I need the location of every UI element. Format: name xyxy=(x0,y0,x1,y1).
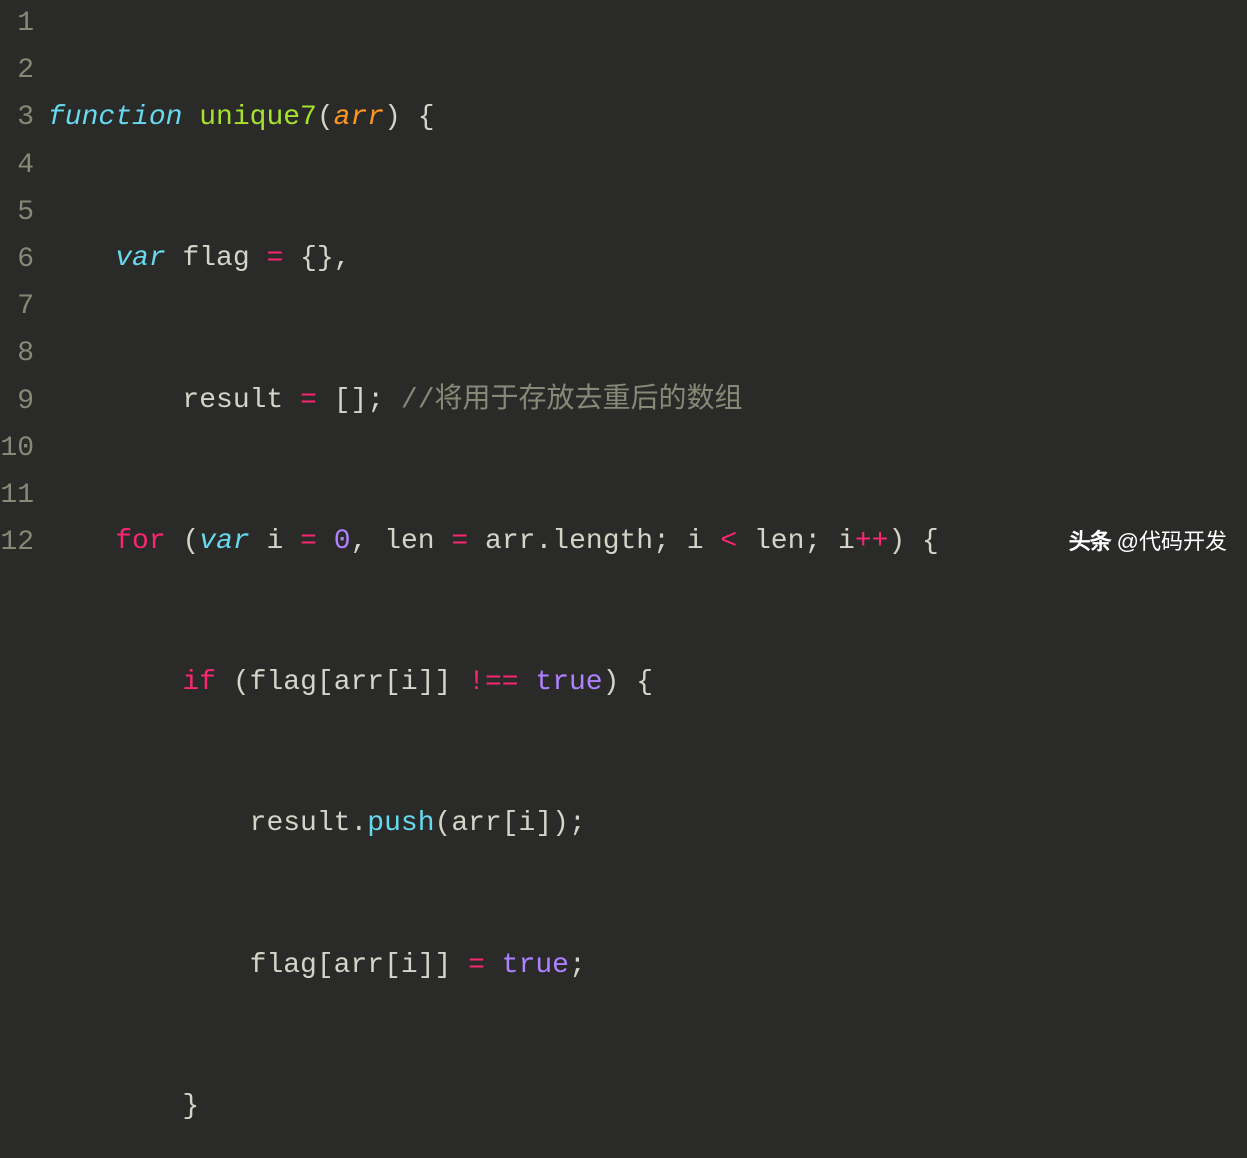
code-line: var flag = {}, xyxy=(48,235,1247,282)
line-number: 10 xyxy=(0,425,34,472)
code-area[interactable]: function unique7(arr) { var flag = {}, r… xyxy=(48,0,1247,579)
line-number: 12 xyxy=(0,519,34,566)
code-line: } xyxy=(48,1083,1247,1130)
line-number: 5 xyxy=(0,189,34,236)
line-gutter: 1 2 3 4 5 6 7 8 9 10 11 12 xyxy=(0,0,48,579)
code-line: result = []; //将用于存放去重后的数组 xyxy=(48,377,1247,424)
line-number: 9 xyxy=(0,378,34,425)
watermark: 头条 @代码开发 xyxy=(1069,524,1227,561)
code-line: for (var i = 0, len = arr.length; i < le… xyxy=(48,518,1247,565)
watermark-brand: 头条 xyxy=(1069,524,1111,561)
code-line: result.push(arr[i]); xyxy=(48,800,1247,847)
line-number: 6 xyxy=(0,236,34,283)
line-number: 2 xyxy=(0,47,34,94)
line-number: 7 xyxy=(0,283,34,330)
code-line: function unique7(arr) { xyxy=(48,94,1247,141)
line-number: 8 xyxy=(0,330,34,377)
line-number: 4 xyxy=(0,142,34,189)
code-editor: 1 2 3 4 5 6 7 8 9 10 11 12 function uniq… xyxy=(0,0,1247,579)
watermark-author: @代码开发 xyxy=(1117,524,1227,561)
line-number: 3 xyxy=(0,94,34,141)
line-number: 11 xyxy=(0,472,34,519)
code-line: if (flag[arr[i]] !== true) { xyxy=(48,659,1247,706)
line-number: 1 xyxy=(0,0,34,47)
code-line: flag[arr[i]] = true; xyxy=(48,942,1247,989)
